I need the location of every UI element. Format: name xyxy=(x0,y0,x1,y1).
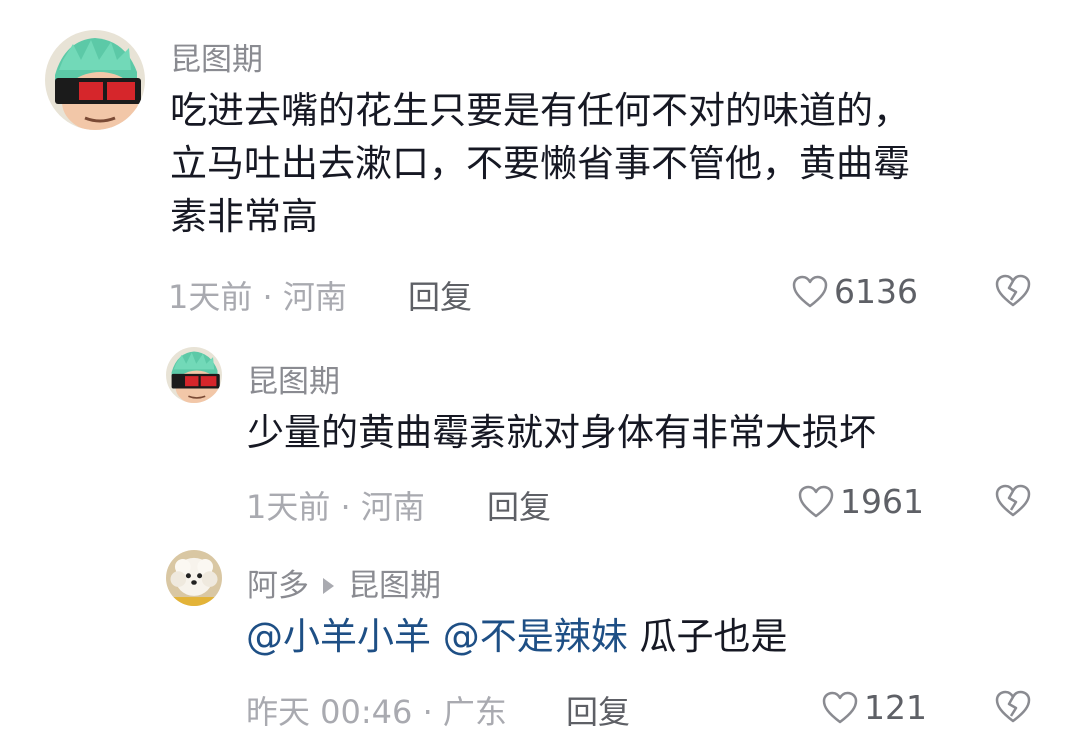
avatar[interactable] xyxy=(45,30,145,130)
comment-meta: 1天前 · 河南 xyxy=(168,278,347,316)
comment-text-line: 立马吐出去漱口，不要懒省事不管他，黄曲霉 xyxy=(170,142,910,185)
mention-link[interactable]: @小羊小羊 xyxy=(246,615,431,658)
heart-outline-icon xyxy=(822,691,858,723)
avatar[interactable] xyxy=(166,550,222,606)
reply-button[interactable]: 回复 xyxy=(408,272,472,318)
comment-text-line: 吃进去嘴的花生只要是有任何不对的味道的， xyxy=(170,89,910,132)
mention-link[interactable]: @不是辣妹 xyxy=(443,615,628,658)
comment-username[interactable]: 昆图期 xyxy=(170,34,263,79)
comment-meta: 昨天 00:46 · 广东 xyxy=(246,693,507,731)
comment-text: 吃进去嘴的花生只要是有任何不对的味道的， 立马吐出去漱口，不要懒省事不管他，黄曲… xyxy=(170,84,910,243)
like-count: 121 xyxy=(864,688,927,727)
like-button[interactable]: 1961 xyxy=(798,482,924,521)
dislike-button[interactable] xyxy=(994,690,1032,728)
reply-author[interactable]: 阿多 xyxy=(247,568,309,604)
dislike-button[interactable] xyxy=(994,484,1032,522)
reply-arrow-icon xyxy=(323,577,334,594)
like-count: 6136 xyxy=(834,272,918,311)
avatar[interactable] xyxy=(166,347,222,403)
comment-username: 阿多 昆图期 xyxy=(247,560,441,605)
reply-button[interactable]: 回复 xyxy=(566,687,630,733)
heart-outline-icon xyxy=(798,485,834,517)
dislike-button[interactable] xyxy=(994,274,1032,312)
broken-heart-icon xyxy=(995,690,1031,723)
reply-button[interactable]: 回复 xyxy=(487,482,551,528)
reply-target[interactable]: 昆图期 xyxy=(348,568,441,604)
comment-meta: 1天前 · 河南 xyxy=(246,488,425,526)
broken-heart-icon xyxy=(995,484,1031,517)
broken-heart-icon xyxy=(995,274,1031,307)
comment-text-rest: 瓜子也是 xyxy=(639,615,788,658)
like-button[interactable]: 6136 xyxy=(792,272,918,311)
comment-text-line: 素非常高 xyxy=(170,195,318,238)
like-button[interactable]: 121 xyxy=(822,688,927,727)
like-count: 1961 xyxy=(840,482,924,521)
heart-outline-icon xyxy=(792,275,828,307)
comment-text: 少量的黄曲霉素就对身体有非常大损坏 xyxy=(247,411,876,454)
comment-username[interactable]: 昆图期 xyxy=(247,356,340,401)
comment-text: @小羊小羊 @不是辣妹 瓜子也是 xyxy=(246,610,788,663)
